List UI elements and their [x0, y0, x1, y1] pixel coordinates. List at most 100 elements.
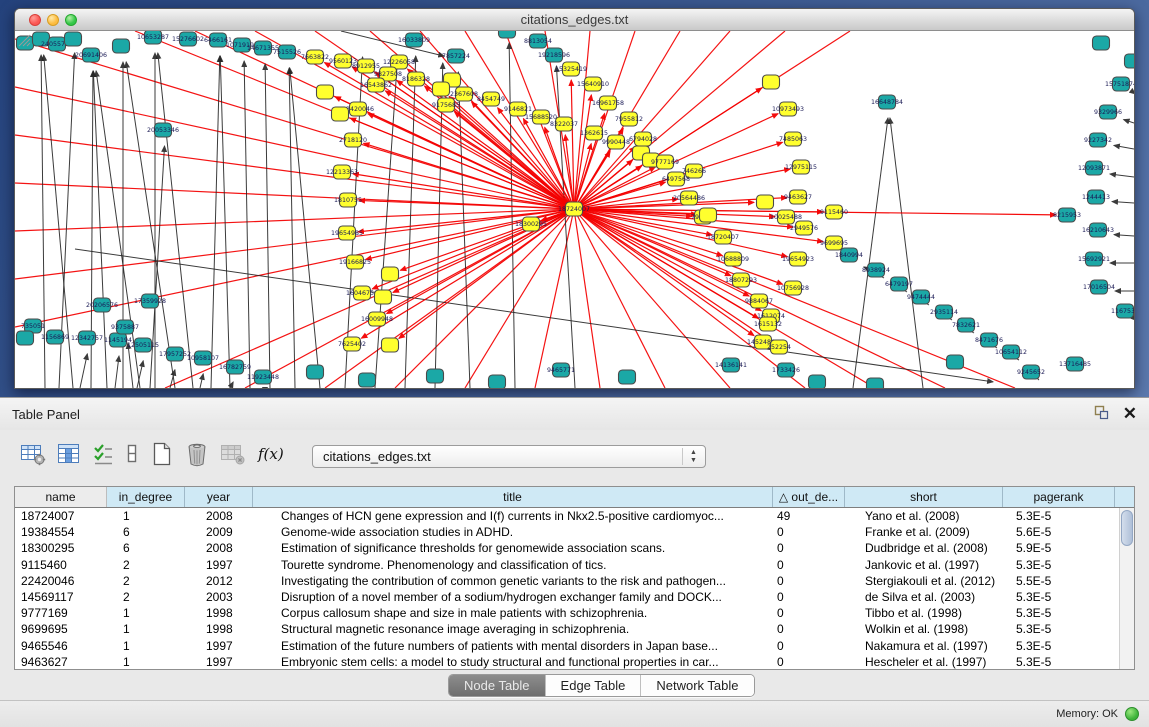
graph-node[interactable]: 20053346 — [147, 123, 179, 137]
graph-node[interactable]: 1362615 — [580, 126, 608, 140]
graph-node[interactable] — [619, 370, 636, 384]
table-selector-dropdown[interactable]: citations_edges.txt ▲▼ — [312, 445, 706, 468]
graph-node[interactable]: 7663822 — [301, 50, 329, 64]
scrollbar-thumb[interactable] — [1121, 510, 1133, 546]
graph-node[interactable] — [17, 331, 34, 345]
graph-node[interactable] — [763, 75, 780, 89]
graph-node[interactable]: 9329966 — [1094, 105, 1122, 119]
graph-node[interactable]: 9115460 — [820, 205, 848, 219]
graph-node[interactable]: 7485063 — [779, 132, 807, 146]
graph-node[interactable]: 15692921 — [1078, 252, 1110, 266]
column-header[interactable]: △ out_de... — [773, 487, 845, 507]
graph-node[interactable] — [947, 355, 964, 369]
graph-node[interactable]: 16009948 — [361, 312, 393, 326]
graph-node[interactable]: 14136141 — [715, 358, 747, 372]
graph-node[interactable]: 8471676 — [975, 333, 1003, 347]
graph-node[interactable]: 8454749 — [477, 92, 505, 106]
column-header[interactable]: year — [185, 487, 253, 507]
graph-node[interactable]: 8215953 — [1053, 208, 1081, 222]
table-row[interactable]: 1830029562008Estimation of significance … — [15, 540, 1134, 556]
table-row[interactable]: 2242004622012Investigating the contribut… — [15, 573, 1134, 589]
graph-node[interactable]: 1156869 — [41, 330, 69, 344]
graph-node[interactable]: 2935114 — [930, 305, 958, 319]
table-row[interactable]: 946554611997Estimation of the future num… — [15, 638, 1134, 654]
table-row[interactable]: 1456911722003Disruption of a novel membe… — [15, 589, 1134, 605]
graph-node[interactable]: 1810755 — [334, 193, 362, 207]
graph-node[interactable]: 18720407 — [707, 230, 739, 244]
graph-node[interactable]: 6794028 — [629, 132, 657, 146]
memory-status-indicator[interactable] — [1125, 707, 1139, 721]
zoom-window-button[interactable] — [65, 14, 77, 26]
graph-node[interactable]: 9465771 — [547, 363, 575, 377]
graph-node[interactable]: 7625402 — [338, 337, 366, 351]
graph-node[interactable] — [1093, 36, 1110, 50]
graph-node[interactable]: 10654112 — [995, 345, 1027, 359]
graph-node[interactable] — [489, 375, 506, 388]
show-columns-icon[interactable] — [57, 442, 81, 471]
table-vertical-scrollbar[interactable] — [1119, 508, 1134, 669]
graph-node[interactable] — [307, 365, 324, 379]
graph-node[interactable]: 19654985 — [331, 226, 363, 240]
graph-node[interactable] — [359, 373, 376, 387]
column-checklist-icon[interactable] — [92, 442, 114, 471]
table-row[interactable]: 1938455462009Genome-wide association stu… — [15, 524, 1134, 540]
graph-node[interactable]: 19218596 — [538, 48, 570, 62]
graph-node[interactable]: 9463627 — [784, 190, 812, 204]
tab-edge-table[interactable]: Edge Table — [546, 675, 642, 696]
tab-network-table[interactable]: Network Table — [641, 675, 753, 696]
table-row[interactable]: 977716911998Corpus callosum shape and si… — [15, 605, 1134, 621]
graph-node[interactable]: 15276602 — [172, 32, 204, 46]
table-settings-icon[interactable] — [20, 442, 46, 471]
graph-node[interactable] — [382, 338, 399, 352]
close-panel-icon[interactable]: ✕ — [1123, 406, 1137, 422]
resize-grip-icon[interactable] — [15, 31, 31, 47]
column-header[interactable]: title — [253, 487, 773, 507]
graph-node[interactable]: 7955812 — [615, 112, 643, 126]
graph-node[interactable]: 1244413 — [1082, 190, 1110, 204]
graph-node[interactable]: 19654923 — [782, 252, 814, 266]
graph-node[interactable]: 13716485 — [1059, 357, 1091, 371]
column-header[interactable]: in_degree — [107, 487, 185, 507]
graph-node[interactable]: 8938924 — [862, 263, 890, 277]
graph-node[interactable]: 10688809 — [717, 252, 749, 266]
graph-node[interactable]: 2367608 — [450, 87, 478, 101]
graph-node[interactable] — [433, 82, 450, 96]
graph-node[interactable] — [700, 208, 717, 222]
function-builder-icon[interactable]: f(x) — [257, 442, 285, 471]
column-header[interactable]: short — [845, 487, 1003, 507]
graph-node[interactable]: 12093871 — [1078, 161, 1110, 175]
graph-node[interactable] — [1125, 54, 1135, 68]
graph-node[interactable] — [382, 267, 399, 281]
window-titlebar[interactable]: citations_edges.txt — [15, 9, 1134, 31]
graph-node[interactable]: 1167533 — [1111, 304, 1134, 318]
graph-node[interactable] — [427, 369, 444, 383]
graph-node[interactable]: 6479197 — [885, 277, 913, 291]
create-column-icon[interactable] — [150, 441, 174, 472]
graph-node[interactable]: 10653287 — [137, 31, 169, 44]
float-panel-icon[interactable] — [1093, 405, 1109, 423]
graph-node[interactable]: 12342757 — [71, 331, 103, 345]
graph-node[interactable]: 16033809 — [398, 33, 430, 47]
graph-node[interactable] — [809, 375, 826, 388]
graph-node[interactable]: 17016504 — [1083, 280, 1115, 294]
trash-icon[interactable] — [185, 441, 209, 472]
graph-node[interactable] — [113, 39, 130, 53]
graph-node[interactable]: 20206576 — [86, 298, 118, 312]
graph-node[interactable]: 2949576 — [790, 221, 818, 235]
graph-node[interactable] — [375, 290, 392, 304]
graph-node[interactable] — [757, 195, 774, 209]
table-row[interactable]: 1872400712008Changes of HCN gene express… — [15, 508, 1134, 524]
column-header[interactable]: pagerank — [1003, 487, 1115, 507]
graph-node[interactable]: 7832621 — [952, 318, 980, 332]
graph-node[interactable]: 252254 — [767, 340, 791, 354]
graph-node[interactable] — [867, 378, 884, 388]
graph-node[interactable]: 20691406 — [75, 48, 107, 62]
table-mode-icon[interactable] — [125, 442, 139, 471]
graph-node[interactable]: 16961758 — [592, 96, 624, 110]
graph-node[interactable]: 15751874 — [1105, 77, 1134, 91]
graph-node[interactable]: 9227342 — [1084, 133, 1112, 147]
minimize-window-button[interactable] — [47, 14, 59, 26]
graph-node[interactable]: 15325419 — [555, 62, 587, 76]
table-row[interactable]: 969969511998Structural magnetic resonanc… — [15, 621, 1134, 637]
graph-node[interactable]: 9245652 — [1017, 365, 1045, 379]
